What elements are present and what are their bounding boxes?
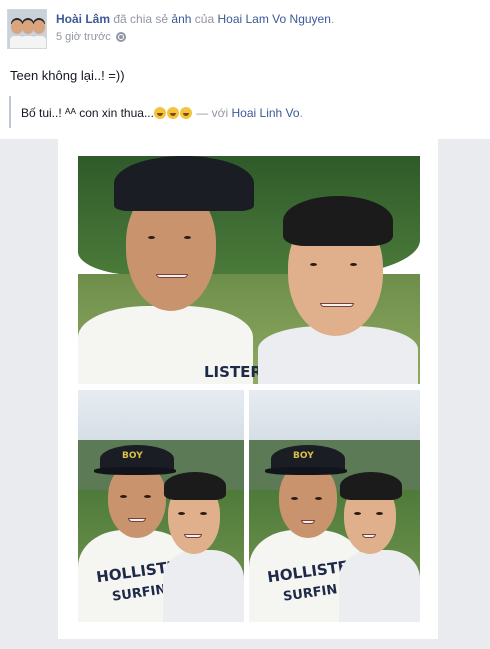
photo-collage: LISTER HOLLISTER SURFIN BOY HOLLISTER SU… — [58, 139, 438, 639]
young-man-figure — [158, 470, 244, 622]
laughing-emoji-icon — [179, 107, 192, 119]
eye — [144, 495, 151, 498]
tagged-person-link[interactable]: Hoai Linh Vo — [232, 106, 300, 120]
laughing-emoji-icon — [166, 107, 179, 119]
photo-area: LISTER HOLLISTER SURFIN BOY HOLLISTER SU… — [0, 139, 490, 649]
eye — [184, 236, 191, 239]
photo-small-left[interactable]: HOLLISTER SURFIN BOY — [78, 390, 244, 622]
mouth — [184, 534, 202, 538]
eye — [200, 512, 207, 515]
eye — [350, 263, 357, 266]
hat-print: BOY — [122, 451, 143, 461]
man-shirt: LISTER — [78, 306, 262, 384]
author-name-link[interactable]: Hoài Lâm — [56, 12, 110, 26]
eye — [376, 512, 383, 515]
hair — [164, 472, 226, 500]
eye — [148, 236, 155, 239]
young-man-figure — [334, 470, 420, 622]
young-man-shirt — [163, 550, 244, 622]
young-man-shirt — [339, 550, 420, 622]
eye — [354, 512, 361, 515]
with-text: — với — [196, 106, 229, 120]
shirt-print-line2: SURFIN — [282, 582, 339, 605]
shared-caption: Bố tui..! ᴬᴬ con xin thua... — với Hoai … — [21, 106, 303, 120]
source-author-link[interactable]: Hoai Lam Vo Nguyen — [217, 12, 330, 26]
photo-large[interactable]: LISTER — [78, 156, 420, 384]
hair — [283, 196, 393, 246]
eye — [120, 495, 127, 498]
young-man-figure — [228, 186, 418, 384]
eye — [178, 512, 185, 515]
caption-period: . — [299, 106, 303, 120]
hat-print: BOY — [293, 451, 314, 461]
mouth — [362, 534, 376, 538]
facebook-post: Hoài Lâm đã chia sẻ ảnh của Hoai Lam Vo … — [0, 0, 490, 649]
mouth — [301, 520, 315, 524]
mouth — [128, 518, 146, 522]
eye — [310, 263, 317, 266]
shared-caption-block: Bố tui..! ᴬᴬ con xin thua... — với Hoai … — [9, 96, 481, 128]
photo-small-right[interactable]: HOLLISTER SURFIN BOY — [249, 390, 420, 622]
header-period: . — [330, 12, 335, 26]
avatar-figure-face — [33, 20, 45, 34]
mouth — [320, 303, 354, 307]
action-text: đã chia sẻ — [113, 12, 169, 26]
hair — [340, 472, 402, 500]
caption-text: Bố tui..! ᴬᴬ con xin thua... — [21, 106, 154, 120]
possessive-text: của — [194, 12, 215, 26]
author-avatar[interactable] — [7, 9, 47, 49]
avatar-figure-shirt — [32, 36, 46, 48]
globe-icon[interactable] — [115, 32, 126, 42]
post-timestamp[interactable]: 5 giờ trước — [56, 31, 111, 43]
post-header: Hoài Lâm đã chia sẻ ảnh của Hoai Lam Vo … — [56, 12, 334, 26]
mouth — [156, 274, 188, 278]
eye — [291, 497, 298, 500]
laughing-emoji-icon — [153, 107, 166, 119]
man-figure: LISTER — [78, 156, 262, 384]
eye — [315, 497, 322, 500]
status-text: Teen không lại..! =)) — [10, 68, 125, 83]
post-meta: 5 giờ trước — [56, 31, 126, 43]
photo-link[interactable]: ảnh — [171, 12, 191, 26]
